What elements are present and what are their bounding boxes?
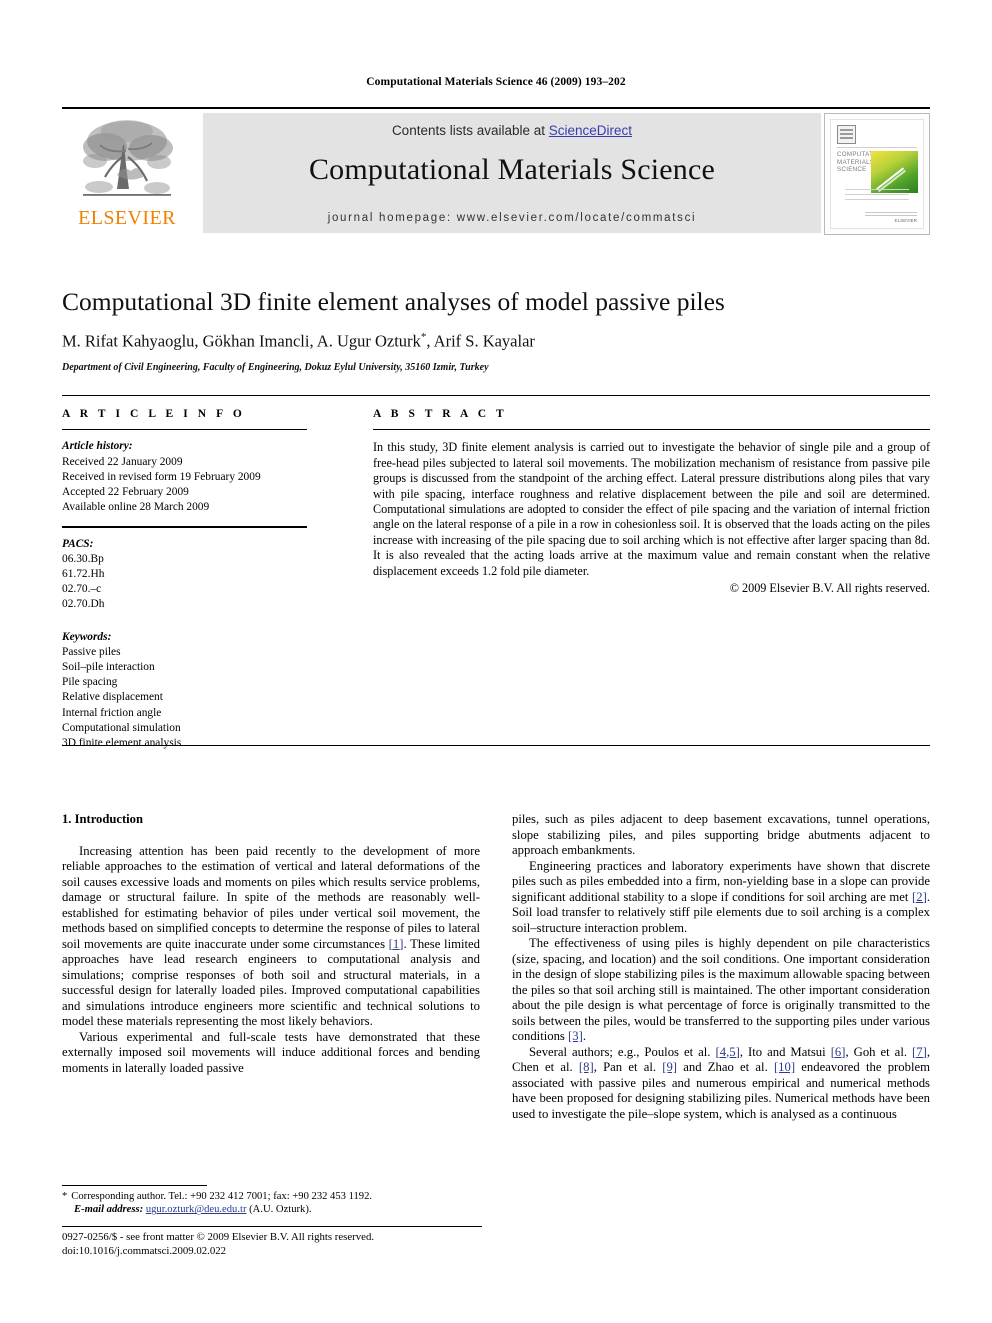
cover-elsevier-mark-icon: [837, 125, 856, 144]
elsevier-logo: ELSEVIER: [65, 115, 189, 233]
keyword-item: Soil–pile interaction: [62, 661, 155, 674]
elsevier-tree-icon: [83, 120, 173, 196]
body-paragraph: Increasing attention has been paid recen…: [62, 844, 480, 1030]
abstract-text: In this study, 3D finite element analysi…: [373, 440, 930, 578]
citation-link[interactable]: [8]: [579, 1060, 594, 1074]
journal-homepage-line[interactable]: journal homepage: www.elsevier.com/locat…: [203, 212, 821, 224]
keyword-item: Relative displacement: [62, 691, 163, 704]
cover-footer: ELSEVIER: [865, 212, 917, 223]
body-paragraph: piles, such as piles adjacent to deep ba…: [512, 812, 930, 859]
keyword-item: Passive piles: [62, 645, 121, 658]
sciencedirect-link[interactable]: ScienceDirect: [549, 123, 632, 138]
article-history-block: Article history: Received 22 January 200…: [62, 439, 307, 515]
journal-article-page: Computational Materials Science 46 (2009…: [0, 0, 992, 1323]
contents-prefix: Contents lists available at: [391, 123, 549, 138]
journal-cover-thumbnail[interactable]: COMPUTATIONAL MATERIALS SCIENCE ELSEVIER: [824, 113, 930, 235]
issn-copyright-line: 0927-0256/$ - see front matter © 2009 El…: [62, 1231, 375, 1243]
footnote-star-marker: *: [62, 1191, 68, 1202]
cover-artwork-image: [871, 151, 918, 193]
article-info-rule: [62, 429, 307, 431]
section-heading-introduction: 1. Introduction: [62, 812, 143, 826]
contents-available-line: Contents lists available at ScienceDirec…: [203, 123, 821, 138]
footer-rule: [62, 1226, 482, 1228]
paragraph-text: Engineering practices and laboratory exp…: [512, 858, 930, 935]
cover-divider: [837, 147, 917, 148]
body-paragraph: The effectiveness of using piles is high…: [512, 936, 930, 1045]
history-item: Received 22 January 2009: [62, 455, 183, 468]
pacs-item: 02.70.–c: [62, 583, 102, 596]
cover-text-lines: [845, 189, 909, 204]
article-info-column: A R T I C L E I N F O Article history: R…: [62, 408, 307, 751]
elsevier-wordmark: ELSEVIER: [78, 207, 176, 229]
email-address-label: E-mail address:: [74, 1204, 144, 1216]
corresponding-author-footnote: * Corresponding author. Tel.: +90 232 412…: [62, 1190, 482, 1217]
citation-link[interactable]: [6]: [831, 1045, 846, 1059]
keyword-item: Pile spacing: [62, 676, 118, 689]
affiliation: Department of Civil Engineering, Faculty…: [62, 362, 489, 373]
body-paragraph: Several authors; e.g., Poulos et al. [4,…: [512, 1045, 930, 1123]
keyword-item: Computational simulation: [62, 721, 181, 734]
abstract-copyright: © 2009 Elsevier B.V. All rights reserved…: [729, 581, 930, 596]
footnote-line-1: * Corresponding author. Tel.: +90 232 412…: [62, 1190, 482, 1203]
article-info-separator: [62, 526, 307, 528]
paragraph-text: Various experimental and full-scale test…: [62, 1029, 480, 1075]
pacs-header: PACS:: [62, 537, 94, 550]
citation-link[interactable]: [1]: [389, 937, 404, 951]
info-top-rule: [62, 395, 930, 397]
paragraph-text: The effectiveness of using piles is high…: [512, 936, 930, 1043]
citation-link[interactable]: [9]: [662, 1060, 677, 1074]
abstract-column: A B S T R A C T In this study, 3D finite…: [373, 408, 930, 596]
keyword-item: 3D finite element analysis: [62, 737, 182, 750]
footnote-line-2: E-mail address: ugur.ozturk@deu.edu.tr (…: [62, 1203, 482, 1216]
doi-line: doi:10.1016/j.commatsci.2009.02.022: [62, 1244, 227, 1257]
keywords-block: Keywords: Passive piles Soil–pile intera…: [62, 630, 307, 752]
journal-title: Computational Materials Science: [308, 153, 716, 186]
email-owner: (A.U. Ozturk).: [249, 1204, 312, 1216]
citation-link[interactable]: [4,5]: [716, 1045, 740, 1059]
journal-masthead: ELSEVIER Contents lists available at Sci…: [62, 113, 930, 235]
history-item: Available online 28 March 2009: [62, 501, 210, 514]
pacs-item: 06.30.Bp: [62, 552, 104, 565]
pacs-item: 02.70.Dh: [62, 598, 105, 611]
email-link[interactable]: ugur.ozturk@deu.edu.tr: [146, 1204, 247, 1215]
author-names-tail: , Arif S. Kayalar: [426, 331, 535, 351]
cover-publisher-name: ELSEVIER: [894, 218, 917, 223]
cover-inner-frame: COMPUTATIONAL MATERIALS SCIENCE ELSEVIER: [830, 119, 924, 229]
keywords-header: Keywords:: [62, 630, 112, 643]
citation-link[interactable]: [3]: [568, 1029, 583, 1043]
body-paragraph: Engineering practices and laboratory exp…: [512, 859, 930, 937]
running-head: Computational Materials Science 46 (2009…: [366, 76, 626, 88]
footnote-rule: [62, 1185, 207, 1187]
page-footer: 0927-0256/$ - see front matter © 2009 El…: [62, 1231, 492, 1258]
pacs-block: PACS: 06.30.Bp 61.72.Hh 02.70.–c 02.70.D…: [62, 537, 307, 613]
body-paragraph: Various experimental and full-scale test…: [62, 1030, 480, 1077]
history-item: Received in revised form 19 February 200…: [62, 470, 261, 483]
article-history-header: Article history:: [62, 440, 133, 453]
citation-link[interactable]: [10]: [774, 1060, 795, 1074]
paragraph-text: piles, such as piles adjacent to deep ba…: [512, 812, 930, 857]
masthead-top-rule: [62, 107, 930, 109]
journal-band: Contents lists available at ScienceDirec…: [203, 113, 821, 233]
body-column-right: piles, such as piles adjacent to deep ba…: [512, 812, 930, 1122]
author-list: M. Rifat Kahyaoglu, Gökhan Imancli, A. U…: [62, 331, 930, 352]
abstract-label: A B S T R A C T: [373, 408, 508, 420]
abstract-rule: [373, 429, 930, 431]
citation-link[interactable]: [7]: [912, 1045, 927, 1059]
citation-link[interactable]: [2]: [912, 890, 927, 904]
pacs-item: 61.72.Hh: [62, 568, 105, 580]
footnote-contact: Corresponding author. Tel.: +90 232 412 …: [71, 1191, 373, 1202]
paragraph-text: Increasing attention has been paid recen…: [62, 843, 480, 1029]
keyword-item: Internal friction angle: [62, 706, 162, 719]
paragraph-text: Several authors; e.g., Poulos et al. [4,…: [512, 1044, 930, 1121]
author-names: M. Rifat Kahyaoglu, Gökhan Imancli, A. U…: [62, 331, 421, 351]
body-column-left: 1. Introduction Increasing attention has…: [62, 812, 480, 1076]
article-info-label: A R T I C L E I N F O: [62, 408, 246, 420]
history-item: Accepted 22 February 2009: [62, 486, 189, 498]
article-title: Computational 3D finite element analyses…: [62, 287, 725, 316]
info-bottom-rule: [62, 745, 930, 747]
